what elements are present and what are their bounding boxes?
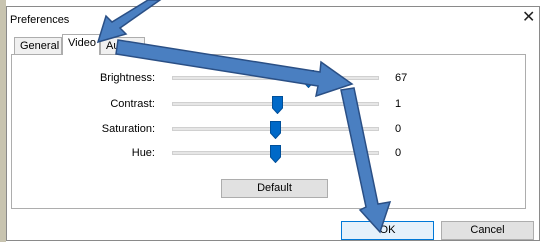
tab-video[interactable]: Video <box>62 34 100 55</box>
cancel-button[interactable]: Cancel <box>441 221 534 240</box>
hue-slider-thumb[interactable] <box>270 145 281 163</box>
default-button[interactable]: Default <box>221 179 328 198</box>
hue-label: Hue: <box>131 147 155 159</box>
brightness-label: Brightness: <box>99 72 155 84</box>
close-icon[interactable]: ✕ <box>522 10 535 26</box>
contrast-label: Contrast: <box>110 98 155 110</box>
brightness-value: 67 <box>395 72 408 84</box>
brightness-slider-thumb[interactable] <box>303 70 315 88</box>
saturation-value: 0 <box>395 123 402 135</box>
contrast-value: 1 <box>395 98 402 110</box>
ok-button[interactable]: OK <box>341 221 434 240</box>
contrast-slider-thumb[interactable] <box>271 96 283 114</box>
saturation-slider-thumb[interactable] <box>270 121 281 139</box>
tab-general[interactable]: General <box>14 37 62 54</box>
saturation-label: Saturation: <box>101 123 155 135</box>
brightness-slider-track[interactable] <box>172 76 379 80</box>
hue-value: 0 <box>395 147 402 159</box>
tab-audio[interactable]: Audio <box>100 37 145 54</box>
window-title: Preferences <box>10 14 70 26</box>
